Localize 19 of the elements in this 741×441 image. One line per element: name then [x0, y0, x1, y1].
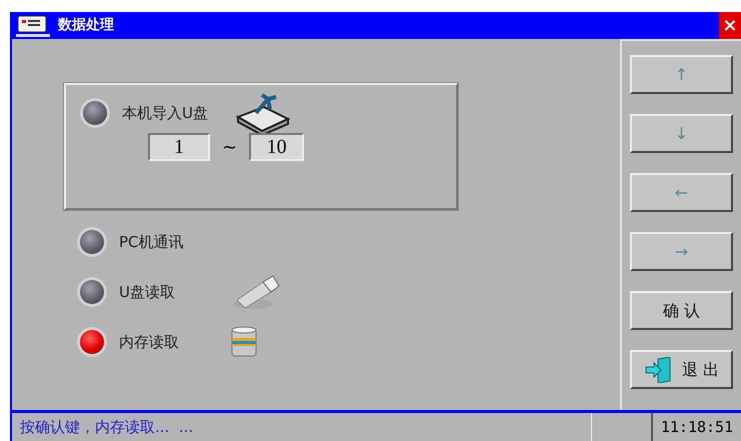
range-end-field[interactable]: 10 — [249, 133, 304, 161]
exit-button[interactable]: 退 出 — [630, 350, 733, 389]
status-time: 11:18:51 — [651, 413, 741, 441]
close-button[interactable]: × — [719, 12, 741, 39]
indicator-lamp[interactable] — [77, 277, 107, 307]
indicator-lamp[interactable] — [77, 227, 107, 257]
confirm-button[interactable]: 确 认 — [630, 291, 733, 330]
option-label: PC机通讯 — [119, 232, 185, 253]
status-message: 按确认键，内存读取... ... — [19, 417, 194, 438]
option-label: U盘读取 — [119, 282, 176, 303]
indicator-lamp[interactable] — [77, 327, 107, 357]
database-icon — [231, 326, 257, 358]
range-start-field[interactable]: 1 — [148, 133, 210, 161]
option-label: 本机导入U盘 — [122, 102, 209, 124]
range-separator: ~ — [222, 136, 238, 160]
app-window-icon — [16, 14, 50, 38]
option-label: 内存读取 — [119, 332, 180, 353]
window-title: 数据处理 — [58, 16, 114, 35]
indicator-lamp[interactable] — [80, 98, 110, 128]
